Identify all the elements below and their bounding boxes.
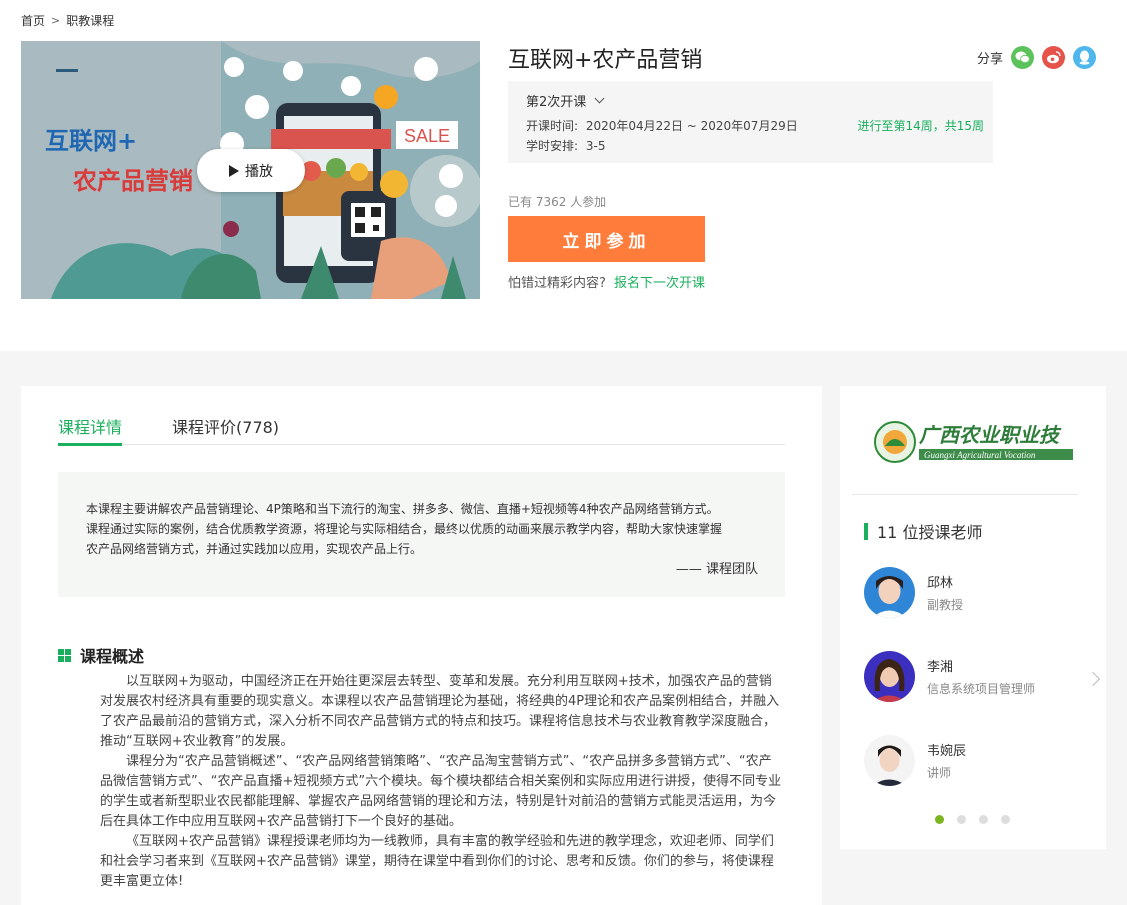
- breadcrumb: 首页 > 职教课程: [21, 12, 114, 29]
- intro-line: 课程通过实际的案例，结合优质教学资源，将理论与实际相结合，最终以优质的动画来展示…: [86, 522, 723, 536]
- chevron-down-icon: [594, 93, 605, 104]
- teachers-heading-text: 11 位授课老师: [877, 523, 983, 542]
- weibo-icon[interactable]: [1042, 46, 1066, 69]
- teacher-name: 李湘: [927, 660, 954, 675]
- course-hours: 学时安排: 3-5: [526, 137, 605, 154]
- next-session-prompt: 怕错过精彩内容? 报名下一次开课: [508, 272, 705, 291]
- school-name-en: Guangxi Agricultural Vocation: [924, 450, 1036, 460]
- detail-tabs: 课程详情 课程评价(778): [58, 414, 785, 446]
- miss-text: 怕错过精彩内容?: [508, 276, 606, 291]
- join-button[interactable]: 立即参加: [508, 216, 705, 262]
- course-hours-label: 学时安排:: [526, 139, 579, 153]
- course-time-label: 开课时间:: [526, 119, 579, 133]
- avatar: [864, 735, 915, 786]
- tab-course-detail[interactable]: 课程详情: [58, 414, 123, 446]
- play-button[interactable]: 播放: [197, 149, 305, 192]
- divider: [852, 494, 1078, 495]
- course-title: 互联网+农产品营销: [508, 48, 703, 73]
- carousel-dot[interactable]: [935, 815, 944, 824]
- play-button-label: 播放: [245, 163, 273, 180]
- avatar: [864, 651, 915, 702]
- joined-count: 已有 7362 人参加: [508, 195, 607, 209]
- course-time: 开课时间: 2020年04月22日 ~ 2020年07月29日: [526, 117, 798, 134]
- overview-paragraph: 课程分为“农产品营销概述”、“农产品网络营销策略”、“农产品淘宝营销方式”、“农…: [100, 754, 782, 829]
- breadcrumb-separator: >: [51, 14, 61, 27]
- intro-line: 农产品网络营销方式，并通过实践加以应用，实现农产品上行。: [86, 542, 423, 556]
- teacher-sidebar: 广西农业职业技 Guangxi Agricultural Vocation 11…: [840, 386, 1106, 849]
- carousel-dot[interactable]: [1001, 815, 1010, 824]
- carousel-dot[interactable]: [957, 815, 966, 824]
- play-icon: [229, 164, 239, 177]
- course-progress: 进行至第14周，共15周: [857, 119, 984, 133]
- carousel-dots: [935, 815, 1010, 824]
- course-intro: 本课程主要讲解农产品营销理论、4P策略和当下流行的淘宝、拼多多、微信、直播+短视…: [58, 472, 785, 597]
- teacher-title: 信息系统项目管理师: [927, 682, 1036, 696]
- session-selector[interactable]: 第2次开课: [526, 91, 605, 110]
- chevron-right-icon[interactable]: [1085, 671, 1101, 687]
- teacher-name: 邱林: [927, 576, 954, 591]
- teacher-title: 副教授: [927, 598, 964, 612]
- school-logo[interactable]: 广西农业职业技 Guangxi Agricultural Vocation: [872, 412, 1073, 468]
- teacher-card[interactable]: 邱林 副教授: [864, 567, 963, 618]
- breadcrumb-current[interactable]: 职教课程: [66, 12, 114, 29]
- next-session-link[interactable]: 报名下一次开课: [614, 276, 705, 291]
- session-label: 第2次开课: [526, 95, 587, 110]
- overview-paragraph: 《互联网+农产品营销》课程授课老师均为一线教师，具有丰富的教学经验和先进的教学理…: [100, 834, 774, 889]
- overview-paragraph: 以互联网+为驱动，中国经济正在开始往更深层去转型、变革和发展。充分利用互联网+技…: [100, 674, 780, 749]
- tab-course-review[interactable]: 课程评价(778): [172, 414, 279, 445]
- teacher-card[interactable]: 李湘 信息系统项目管理师: [864, 651, 1035, 702]
- share-label: 分享: [977, 52, 1004, 67]
- wechat-icon[interactable]: [1011, 46, 1035, 69]
- cover-title-line1: 互联网+: [45, 127, 137, 155]
- intro-signature: —— 课程团队: [675, 562, 758, 577]
- teacher-card[interactable]: 韦婉辰 讲师: [864, 735, 966, 786]
- overview-heading-text: 课程概述: [80, 647, 145, 666]
- course-hours-value: 3-5: [585, 139, 606, 153]
- intro-line: 本课程主要讲解农产品营销理论、4P策略和当下流行的淘宝、拼多多、微信、直播+短视…: [86, 502, 719, 516]
- course-time-value: 2020年04月22日 ~ 2020年07月29日: [585, 119, 798, 133]
- teacher-name: 韦婉辰: [927, 744, 967, 759]
- course-cover[interactable]: SALE 互联网+ 农产品营销 播放: [21, 41, 480, 299]
- school-name-cn: 广西农业职业技: [919, 423, 1062, 447]
- qq-icon[interactable]: [1073, 46, 1097, 69]
- cover-sale-text: SALE: [404, 126, 450, 146]
- breadcrumb-home[interactable]: 首页: [21, 12, 45, 29]
- session-info: 第2次开课 开课时间: 2020年04月22日 ~ 2020年07月29日 学时…: [508, 81, 993, 163]
- avatar: [864, 567, 915, 618]
- course-detail-panel: 课程详情 课程评价(778) 本课程主要讲解农产品营销理论、4P策略和当下流行的…: [21, 386, 822, 905]
- carousel-dot[interactable]: [979, 815, 988, 824]
- grid-icon: [58, 648, 71, 662]
- teachers-heading: 11 位授课老师: [864, 519, 982, 543]
- overview-body: 以互联网+为驱动，中国经济正在开始往更深层去转型、变革和发展。充分利用互联网+技…: [100, 672, 782, 892]
- teacher-title: 讲师: [927, 766, 952, 780]
- cover-title-line2: 农产品营销: [72, 167, 193, 195]
- overview-heading: 课程概述: [58, 643, 144, 667]
- heading-bar: [864, 522, 868, 540]
- share-bar: 分享: [977, 46, 1097, 69]
